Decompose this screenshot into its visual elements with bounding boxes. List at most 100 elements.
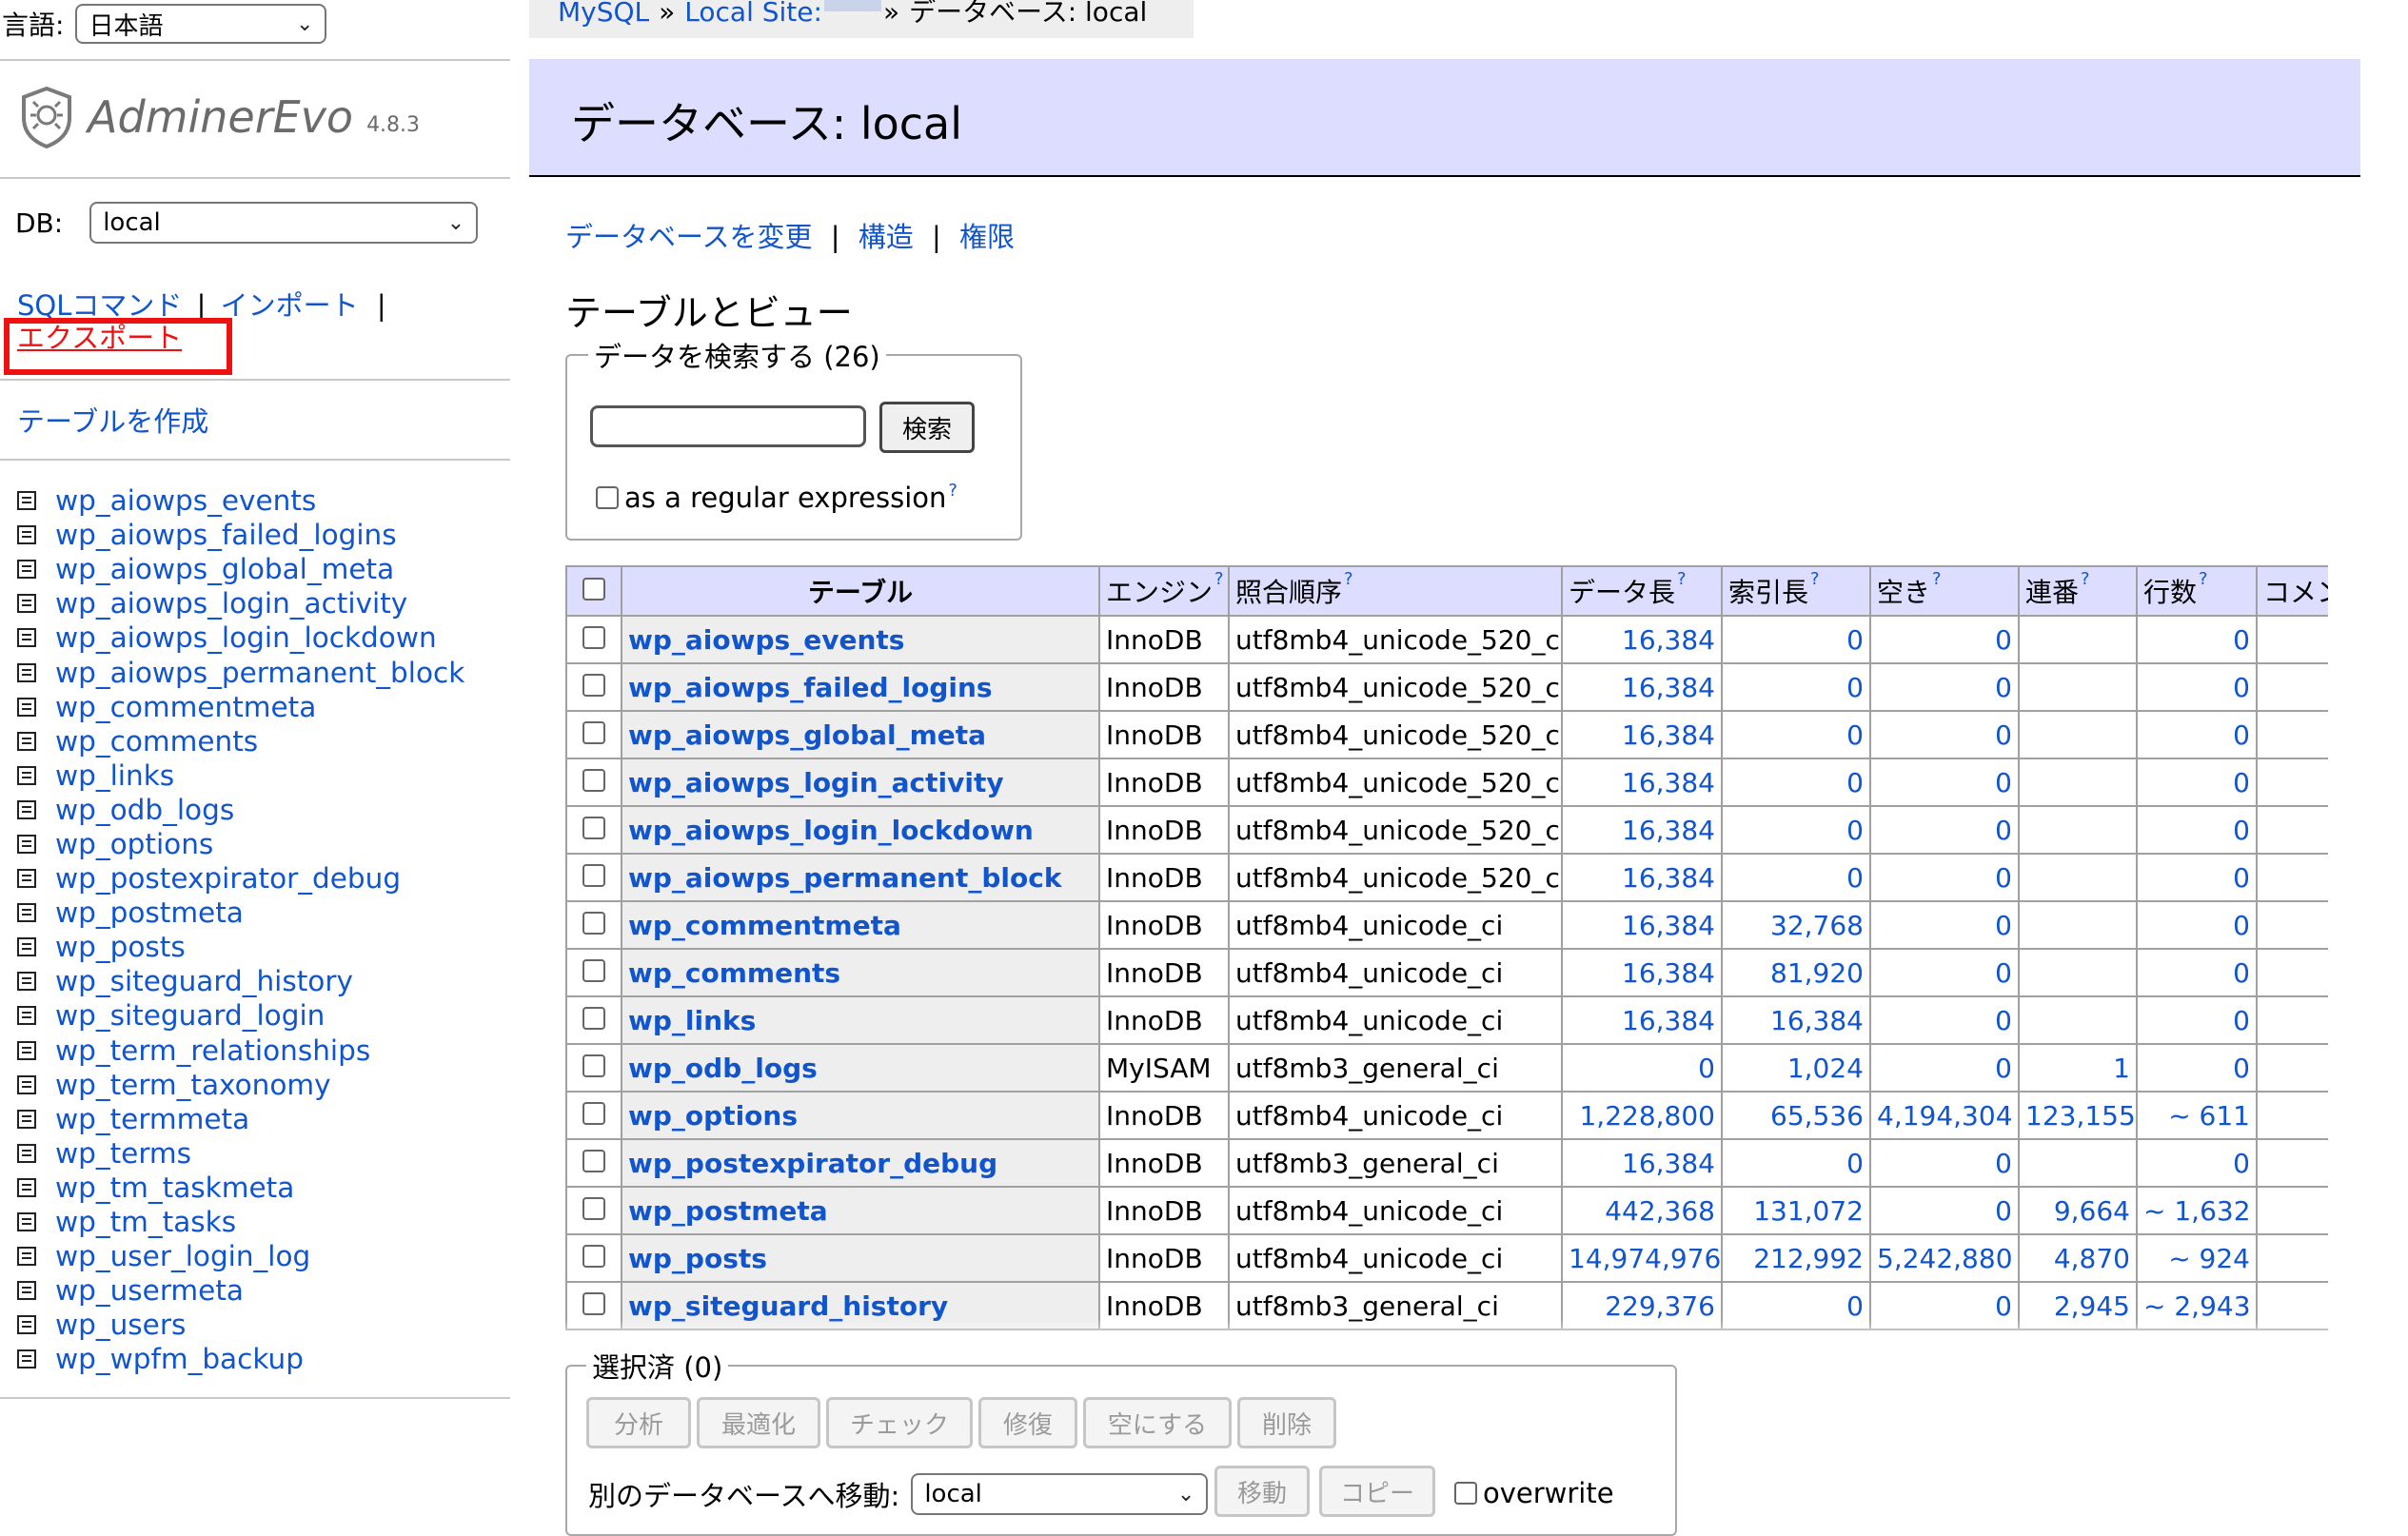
data-length-cell[interactable]: 16,384 — [1561, 710, 1723, 759]
help-icon[interactable]: ? — [1344, 569, 1353, 589]
row-checkbox[interactable] — [582, 1101, 605, 1125]
data-length-cell[interactable]: 0 — [1561, 1043, 1723, 1093]
data-length-cell[interactable]: 14,974,976 — [1561, 1233, 1723, 1283]
rows-cell[interactable]: 0 — [2136, 662, 2258, 712]
optimize-button[interactable]: 最適化 — [697, 1397, 820, 1448]
row-checkbox[interactable] — [582, 673, 605, 697]
free-cell[interactable]: 0 — [1869, 805, 2020, 855]
language-select[interactable]: 日本語 ⌄ — [75, 4, 327, 44]
table-select-icon[interactable] — [17, 731, 36, 751]
check-button[interactable]: チェック — [826, 1397, 973, 1448]
rows-cell[interactable]: 0 — [2136, 710, 2258, 759]
sidebar-table-link[interactable]: wp_termmeta — [55, 1103, 249, 1135]
privileges-link[interactable]: 権限 — [959, 221, 1015, 253]
index-length-cell[interactable]: 1,024 — [1721, 1043, 1871, 1093]
index-length-cell[interactable]: 0 — [1721, 615, 1871, 664]
table-name-link[interactable]: wp_aiowps_failed_logins — [621, 662, 1100, 712]
free-cell[interactable]: 0 — [1869, 710, 2020, 759]
free-cell[interactable]: 0 — [1869, 662, 2020, 712]
help-icon[interactable]: ? — [1214, 569, 1224, 589]
auto-increment-cell[interactable] — [2018, 615, 2138, 664]
rows-cell[interactable]: ~ 924 — [2136, 1233, 2258, 1283]
auto-increment-cell[interactable]: 4,870 — [2018, 1233, 2138, 1283]
sidebar-table-link[interactable]: wp_odb_logs — [55, 794, 234, 826]
row-checkbox[interactable] — [582, 911, 605, 935]
data-length-cell[interactable]: 1,228,800 — [1561, 1091, 1723, 1140]
sidebar-table-link[interactable]: wp_options — [55, 828, 213, 860]
auto-increment-cell[interactable] — [2018, 853, 2138, 902]
row-checkbox[interactable] — [582, 625, 605, 649]
structure-link[interactable]: 構造 — [859, 221, 914, 253]
row-checkbox[interactable] — [582, 1291, 605, 1315]
rows-cell[interactable]: 0 — [2136, 900, 2258, 950]
sidebar-table-link[interactable]: wp_aiowps_login_activity — [55, 587, 407, 620]
table-select-icon[interactable] — [17, 1315, 36, 1335]
analyze-button[interactable]: 分析 — [586, 1397, 691, 1448]
table-select-icon[interactable] — [17, 869, 36, 889]
row-checkbox[interactable] — [582, 768, 605, 792]
free-cell[interactable]: 0 — [1869, 900, 2020, 950]
sidebar-table-link[interactable]: wp_tm_tasks — [55, 1206, 236, 1238]
auto-increment-cell[interactable] — [2018, 1138, 2138, 1188]
table-select-icon[interactable] — [17, 972, 36, 992]
row-checkbox[interactable] — [582, 816, 605, 839]
help-icon[interactable]: ? — [1810, 569, 1820, 589]
rows-cell[interactable]: 0 — [2136, 758, 2258, 807]
table-name-link[interactable]: wp_aiowps_global_meta — [621, 710, 1100, 759]
free-cell[interactable]: 0 — [1869, 853, 2020, 902]
sidebar-table-link[interactable]: wp_siteguard_login — [55, 999, 325, 1032]
drop-button[interactable]: 削除 — [1237, 1397, 1336, 1448]
auto-increment-cell[interactable]: 123,155 — [2018, 1091, 2138, 1140]
data-length-cell[interactable]: 16,384 — [1561, 995, 1723, 1045]
table-name-link[interactable]: wp_commentmeta — [621, 900, 1100, 950]
rows-cell[interactable]: ~ 611 — [2136, 1091, 2258, 1140]
sidebar-table-link[interactable]: wp_aiowps_permanent_block — [55, 657, 464, 689]
index-length-cell[interactable]: 131,072 — [1721, 1186, 1871, 1235]
free-cell[interactable]: 0 — [1869, 1138, 2020, 1188]
auto-increment-cell[interactable] — [2018, 948, 2138, 997]
help-icon[interactable]: ? — [2199, 569, 2208, 589]
table-select-icon[interactable] — [17, 697, 36, 717]
data-length-cell[interactable]: 16,384 — [1561, 615, 1723, 664]
rows-cell[interactable]: 0 — [2136, 995, 2258, 1045]
sidebar-table-link[interactable]: wp_aiowps_global_meta — [55, 553, 394, 585]
table-name-link[interactable]: wp_options — [621, 1091, 1100, 1140]
index-length-cell[interactable]: 65,536 — [1721, 1091, 1871, 1140]
rows-cell[interactable]: 0 — [2136, 948, 2258, 997]
auto-increment-cell[interactable] — [2018, 995, 2138, 1045]
table-select-icon[interactable] — [17, 594, 36, 614]
free-cell[interactable]: 0 — [1869, 995, 2020, 1045]
index-length-cell[interactable]: 0 — [1721, 1138, 1871, 1188]
row-checkbox[interactable] — [582, 720, 605, 744]
sidebar-table-link[interactable]: wp_aiowps_login_lockdown — [55, 621, 437, 654]
breadcrumb-local-site[interactable]: Local Site: — [684, 0, 822, 26]
data-length-cell[interactable]: 16,384 — [1561, 662, 1723, 712]
rows-cell[interactable]: 0 — [2136, 853, 2258, 902]
repair-button[interactable]: 修復 — [978, 1397, 1077, 1448]
auto-increment-cell[interactable]: 9,664 — [2018, 1186, 2138, 1235]
sidebar-table-link[interactable]: wp_posts — [55, 931, 186, 963]
table-select-icon[interactable] — [17, 799, 36, 819]
sidebar-table-link[interactable]: wp_term_relationships — [55, 1034, 370, 1067]
table-name-link[interactable]: wp_links — [621, 995, 1100, 1045]
search-input[interactable] — [590, 405, 866, 447]
auto-increment-cell[interactable] — [2018, 710, 2138, 759]
free-cell[interactable]: 0 — [1869, 948, 2020, 997]
sidebar-table-link[interactable]: wp_postexpirator_debug — [55, 862, 401, 895]
table-select-icon[interactable] — [17, 1040, 36, 1060]
index-length-cell[interactable]: 212,992 — [1721, 1233, 1871, 1283]
sidebar-table-link[interactable]: wp_commentmeta — [55, 691, 316, 723]
row-checkbox[interactable] — [582, 1196, 605, 1220]
sidebar-table-link[interactable]: wp_usermeta — [55, 1274, 244, 1307]
index-length-cell[interactable]: 16,384 — [1721, 995, 1871, 1045]
sidebar-table-link[interactable]: wp_users — [55, 1309, 186, 1341]
rows-cell[interactable]: 0 — [2136, 1138, 2258, 1188]
sidebar-table-link[interactable]: wp_terms — [55, 1137, 191, 1170]
data-length-cell[interactable]: 16,384 — [1561, 948, 1723, 997]
index-length-cell[interactable]: 32,768 — [1721, 900, 1871, 950]
help-icon[interactable]: ? — [2081, 569, 2090, 589]
index-length-cell[interactable]: 0 — [1721, 662, 1871, 712]
sidebar-table-link[interactable]: wp_aiowps_events — [55, 484, 316, 517]
data-length-cell[interactable]: 16,384 — [1561, 758, 1723, 807]
overwrite-checkbox[interactable] — [1454, 1482, 1477, 1505]
